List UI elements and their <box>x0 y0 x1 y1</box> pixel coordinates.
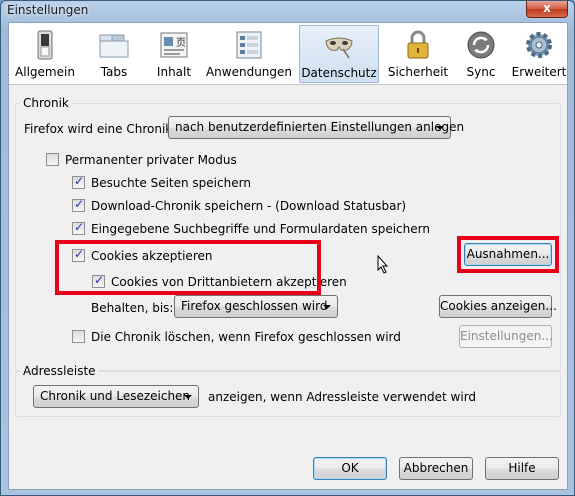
tab-erweitert[interactable]: Erweitert <box>511 25 567 83</box>
tab-allgemein[interactable]: Allgemein <box>15 25 75 83</box>
svg-text:页: 页 <box>176 37 186 49</box>
gear-icon <box>526 32 552 58</box>
accept-cookies-label: Cookies akzeptieren <box>91 249 213 263</box>
third-party-cookies-label: Cookies von Drittanbietern akzeptieren <box>111 275 347 289</box>
keep-until-value: Firefox geschlossen wird <box>181 299 328 313</box>
clear-on-close-label: Die Chronik löschen, wenn Firefox geschl… <box>91 330 401 344</box>
tab-label-allgemein: Allgemein <box>15 65 75 79</box>
tab-tabs[interactable]: Tabs <box>89 25 139 83</box>
tab-label-tabs: Tabs <box>100 65 128 79</box>
dialog-client-area: Allgemein Tabs 页 Inhalt Anwendungen Date… <box>8 22 568 490</box>
clear-on-close-checkbox[interactable] <box>72 330 85 343</box>
close-button[interactable]: x <box>526 1 568 18</box>
tab-anwendungen[interactable]: Anwendungen <box>205 25 293 83</box>
tab-label-inhalt: Inhalt <box>156 65 192 79</box>
keep-until-dropdown[interactable]: Firefox geschlossen wird <box>174 295 338 318</box>
switch-icon <box>37 30 53 60</box>
padlock-icon <box>407 30 429 59</box>
content-icon: 页 <box>160 32 188 58</box>
search-form-history-checkbox[interactable] <box>72 220 85 235</box>
tab-datenschutz[interactable]: Datenschutz <box>299 25 379 83</box>
search-form-history-label: Eingegebene Suchbegriffe und Formulardat… <box>91 222 430 236</box>
exceptions-button[interactable]: Ausnahmen... <box>464 243 552 266</box>
chevron-down-icon <box>184 395 192 399</box>
title-bar[interactable]: Einstellungen x <box>1 1 574 21</box>
browsing-history-checkbox[interactable] <box>72 174 85 189</box>
tab-label-datenschutz: Datenschutz <box>301 66 377 80</box>
history-mode-value: nach benutzerdefinierten Einstellungen a… <box>175 120 465 134</box>
tab-label-anwendungen: Anwendungen <box>205 65 293 79</box>
tab-sync[interactable]: Sync <box>457 25 505 83</box>
accept-cookies-checkbox[interactable] <box>72 247 85 262</box>
help-button[interactable]: Hilfe <box>485 457 559 480</box>
tab-inhalt[interactable]: 页 Inhalt <box>149 25 199 83</box>
private-mode-checkbox[interactable] <box>46 153 59 166</box>
ok-button[interactable]: OK <box>313 457 387 480</box>
location-bar-suggest-suffix: anzeigen, wenn Adressleiste verwendet wi… <box>208 390 477 404</box>
window-title: Einstellungen <box>7 3 89 17</box>
download-history-label: Download-Chronik speichern - (Download S… <box>91 199 407 213</box>
applications-icon <box>236 31 262 59</box>
tab-label-sicherheit: Sicherheit <box>387 65 449 79</box>
tabs-icon <box>99 34 129 58</box>
mouse-cursor-icon <box>377 255 389 274</box>
location-bar-group-title: Adressleiste <box>20 364 99 378</box>
private-mode-label: Permanenter privater Modus <box>65 153 237 167</box>
download-history-checkbox[interactable] <box>72 197 85 212</box>
history-mode-dropdown[interactable]: nach benutzerdefinierten Einstellungen a… <box>168 116 464 139</box>
history-group-title: Chronik <box>20 96 72 110</box>
cancel-button[interactable]: Abbrechen <box>399 457 473 480</box>
browsing-history-label: Besuchte Seiten speichern <box>91 176 251 190</box>
location-bar-suggest-value: Chronik und Lesezeichen <box>40 389 191 403</box>
show-cookies-button[interactable]: Cookies anzeigen... <box>439 295 557 318</box>
clear-settings-button[interactable]: Einstellungen... <box>459 325 553 348</box>
location-bar-suggest-dropdown[interactable]: Chronik und Lesezeichen <box>33 385 199 408</box>
keep-until-label: Behalten, bis: <box>91 301 174 315</box>
third-party-cookies-checkbox[interactable] <box>92 273 105 288</box>
chevron-down-icon <box>436 126 444 130</box>
chevron-down-icon <box>323 305 331 309</box>
tab-label-sync: Sync <box>466 65 496 79</box>
preferences-window: Einstellungen x Allgemein Tabs 页 Inhalt … <box>0 0 575 496</box>
pane-toolbar: Allgemein Tabs 页 Inhalt Anwendungen Date… <box>9 23 567 85</box>
sync-icon <box>467 31 495 59</box>
history-mode-label: Firefox wird eine Chronik: <box>24 122 177 136</box>
privacy-mask-icon <box>325 37 353 59</box>
tab-sicherheit[interactable]: Sicherheit <box>385 25 451 83</box>
tab-label-erweitert: Erweitert <box>511 65 567 79</box>
